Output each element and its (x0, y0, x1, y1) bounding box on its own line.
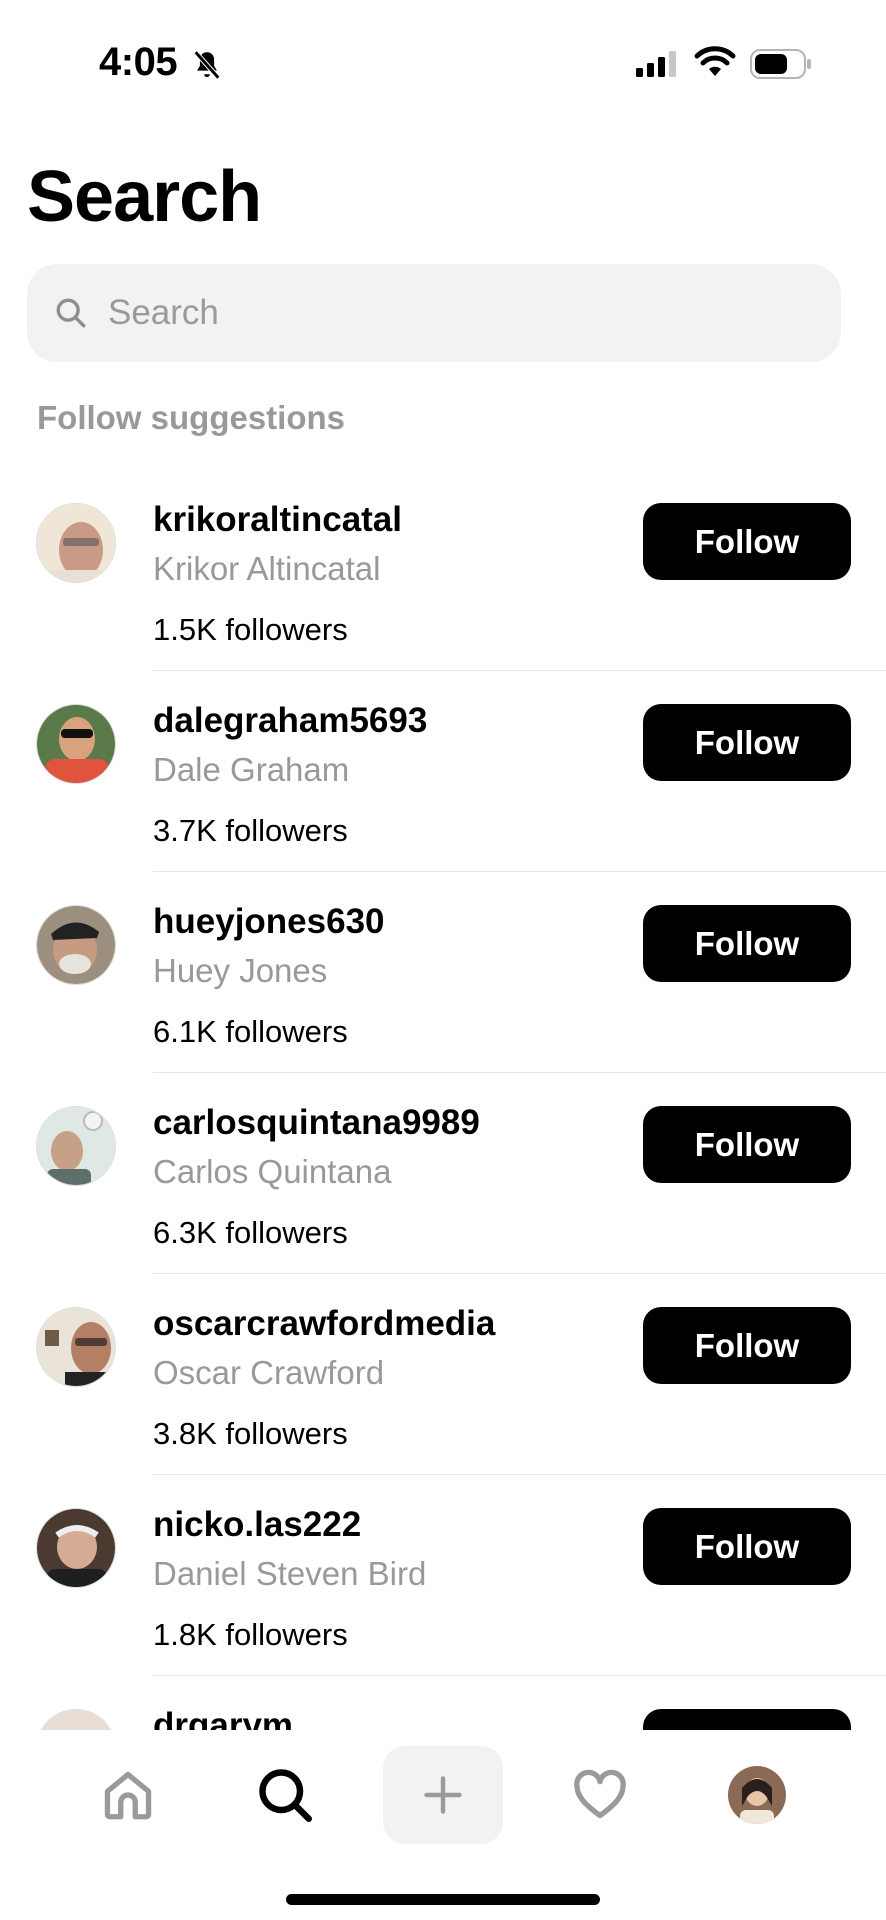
cellular-signal-icon (636, 51, 676, 77)
nav-search[interactable] (225, 1746, 345, 1844)
page-title: Search (27, 157, 262, 237)
follow-button[interactable]: Follow (643, 1307, 851, 1384)
avatar[interactable] (36, 704, 116, 784)
follower-count: 6.3K followers (153, 1215, 348, 1250)
suggestion-row[interactable]: nicko.las222 Daniel Steven Bird 1.8K fol… (0, 1475, 886, 1676)
profile-avatar (728, 1766, 786, 1824)
suggestion-row[interactable]: drgarym Follow (0, 1676, 886, 1730)
wifi-icon (694, 46, 736, 76)
avatar[interactable] (36, 1508, 116, 1588)
search-icon (56, 298, 86, 328)
full-name: Daniel Steven Bird (153, 1555, 427, 1592)
username[interactable]: hueyjones630 (153, 902, 385, 942)
search-icon (259, 1769, 312, 1822)
username[interactable]: dalegraham5693 (153, 701, 427, 741)
follow-button[interactable]: Follow (643, 1508, 851, 1585)
avatar[interactable] (36, 905, 116, 985)
home-indicator (286, 1894, 600, 1905)
heart-icon (574, 1769, 626, 1819)
avatar[interactable] (36, 1106, 116, 1186)
follow-button[interactable]: Follow (643, 905, 851, 982)
avatar[interactable] (36, 1307, 116, 1387)
username[interactable]: drgarym (153, 1706, 293, 1730)
full-name: Carlos Quintana (153, 1153, 392, 1190)
bottom-nav (0, 1730, 886, 1920)
search-input[interactable] (108, 293, 788, 333)
follower-count: 3.7K followers (153, 813, 348, 848)
status-time: 4:05 (99, 40, 178, 84)
battery-icon (750, 49, 811, 79)
username[interactable]: carlosquintana9989 (153, 1103, 480, 1143)
suggestion-row[interactable]: carlosquintana9989 Carlos Quintana 6.3K … (0, 1073, 886, 1274)
full-name: Oscar Crawford (153, 1354, 385, 1391)
username[interactable]: nicko.las222 (153, 1505, 361, 1545)
username[interactable]: krikoraltincatal (153, 500, 402, 540)
suggestion-row[interactable]: krikoraltincatal Krikor Altincatal 1.5K … (0, 470, 886, 671)
nav-activity[interactable] (540, 1746, 660, 1844)
avatar[interactable] (36, 503, 116, 583)
full-name: Huey Jones (153, 952, 328, 989)
suggestion-list: krikoraltincatal Krikor Altincatal 1.5K … (0, 470, 886, 1730)
nav-create[interactable] (383, 1746, 503, 1844)
suggestion-row[interactable]: hueyjones630 Huey Jones 6.1K followers F… (0, 872, 886, 1073)
follower-count: 1.5K followers (153, 612, 348, 647)
plus-icon (424, 1776, 462, 1814)
full-name: Krikor Altincatal (153, 550, 381, 587)
follow-button[interactable]: Follow (643, 704, 851, 781)
follower-count: 1.8K followers (153, 1617, 348, 1652)
avatar[interactable] (36, 1709, 116, 1730)
follow-button[interactable]: Follow (643, 1106, 851, 1183)
follow-button[interactable]: Follow (643, 1709, 851, 1730)
suggestion-row[interactable]: oscarcrawfordmedia Oscar Crawford 3.8K f… (0, 1274, 886, 1475)
bell-slash-icon (193, 50, 221, 80)
nav-profile[interactable] (697, 1746, 817, 1844)
follower-count: 3.8K followers (153, 1416, 348, 1451)
section-label: Follow suggestions (37, 399, 346, 436)
home-icon (104, 1771, 152, 1820)
nav-home[interactable] (68, 1746, 188, 1844)
status-bar: 4:05 (0, 0, 886, 120)
follow-button[interactable]: Follow (643, 503, 851, 580)
full-name: Dale Graham (153, 751, 350, 788)
suggestion-row[interactable]: dalegraham5693 Dale Graham 3.7K follower… (0, 671, 886, 872)
follower-count: 6.1K followers (153, 1014, 348, 1049)
search-bar[interactable] (27, 264, 841, 362)
username[interactable]: oscarcrawfordmedia (153, 1304, 495, 1344)
